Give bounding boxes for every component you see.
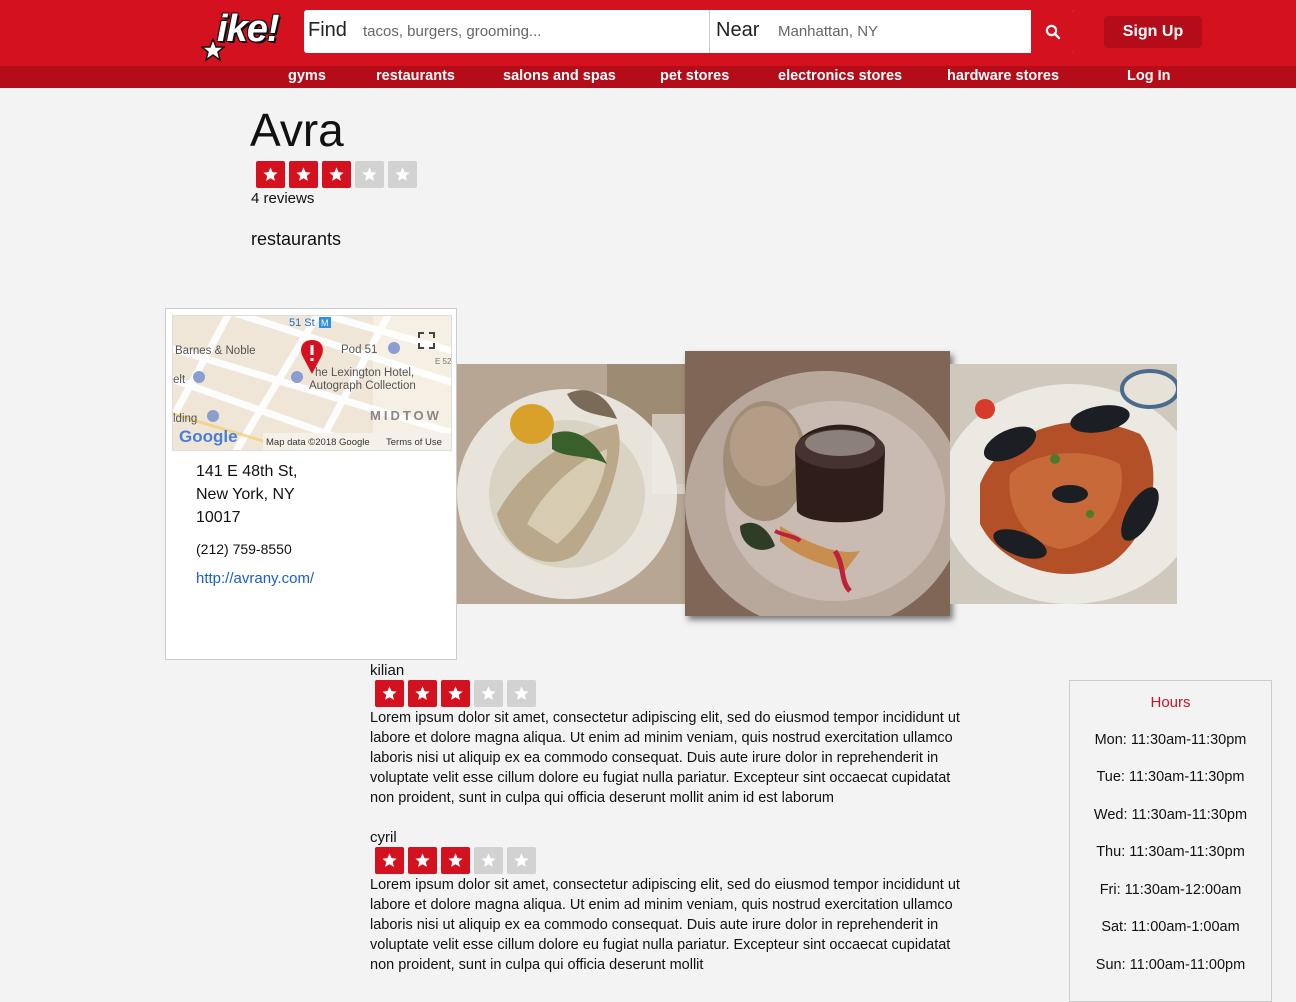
logo-text: ike!: [217, 8, 279, 50]
review-rating: [375, 847, 536, 874]
review-user-name[interactable]: kilian: [370, 662, 404, 679]
star-icon: [408, 847, 437, 874]
hours-row: Thu: 11:30am-11:30pm: [1096, 844, 1245, 860]
map-label-area: MIDTOW: [370, 408, 442, 423]
map-attribution: Map data ©2018 Google: [266, 437, 370, 448]
phone-number: (212) 759-8550: [196, 541, 292, 557]
review-rating: [375, 680, 536, 707]
map-label-hotel-2: Autograph Collection: [309, 380, 416, 392]
hotel-poi-icon: [291, 371, 303, 383]
nav-item-pet-stores[interactable]: pet stores: [660, 68, 729, 84]
star-icon: [507, 680, 536, 707]
hotel-poi-icon: [388, 342, 400, 354]
star-icon: [474, 847, 503, 874]
poi-icon: [207, 410, 219, 422]
map-label-store: Barnes & Noble: [175, 345, 256, 357]
star-icon: [388, 161, 417, 188]
photo-fish-dish[interactable]: [457, 364, 685, 604]
business-rating: [256, 161, 417, 188]
website-link[interactable]: http://avrany.com/: [196, 570, 314, 587]
near-input[interactable]: [778, 10, 1026, 53]
category-nav-bar: [0, 66, 1296, 88]
business-name: Avra: [250, 104, 344, 156]
hours-card: Hours Mon: 11:30am-11:30pm Tue: 11:30am-…: [1069, 680, 1272, 1002]
address-line-1: 141 E 48th St,: [196, 463, 298, 480]
star-icon: [322, 161, 351, 188]
map-label-left-2: lding: [173, 413, 197, 425]
search-bar: Find Near: [304, 10, 1074, 53]
star-icon: [507, 847, 536, 874]
metro-icon: M: [321, 318, 329, 328]
business-category[interactable]: restaurants: [251, 229, 341, 250]
sign-up-button[interactable]: Sign Up: [1104, 16, 1202, 48]
star-icon: [441, 680, 470, 707]
find-input[interactable]: [363, 10, 703, 53]
nav-item-gyms[interactable]: gyms: [288, 68, 326, 84]
review-user-name[interactable]: cyril: [370, 829, 397, 846]
hours-title: Hours: [1150, 694, 1191, 711]
star-icon: [256, 161, 285, 188]
hours-row: Mon: 11:30am-11:30pm: [1094, 732, 1247, 748]
search-button[interactable]: [1031, 10, 1074, 53]
map-label-hotel-1: he Lexington Hotel,: [315, 367, 414, 379]
star-icon: [355, 161, 384, 188]
address-line-2: New York, NY: [196, 486, 295, 503]
find-label: Find: [308, 19, 347, 41]
log-in-link[interactable]: Log In: [1127, 68, 1171, 84]
poi-icon: [193, 371, 205, 383]
hours-row: Wed: 11:30am-11:30pm: [1093, 807, 1248, 823]
map-graphic: 51 St M Barnes & Noble Pod 51 he Lexingt…: [173, 316, 451, 450]
star-icon: [375, 847, 404, 874]
review-text: Lorem ipsum dolor sit amet, consectetur …: [370, 877, 960, 973]
star-icon: [408, 680, 437, 707]
site-logo[interactable]: ike!: [201, 8, 296, 64]
google-logo: Google: [179, 427, 238, 446]
location-map[interactable]: 51 St M Barnes & Noble Pod 51 he Lexingt…: [172, 315, 452, 451]
seafood-pasta-photo: [950, 364, 1177, 604]
map-label-pod: Pod 51: [341, 344, 377, 356]
map-label-e52: E 52: [435, 357, 451, 366]
search-icon: [1045, 24, 1060, 39]
map-terms-link[interactable]: Terms of Use: [386, 437, 442, 448]
hours-row: Sun: 11:00am-11:00pm: [1095, 957, 1246, 973]
lava-cake-photo: [685, 351, 950, 616]
hours-row: Tue: 11:30am-11:30pm: [1096, 769, 1245, 785]
business-info-card: 51 St M Barnes & Noble Pod 51 he Lexingt…: [165, 308, 457, 660]
nav-item-hardware-stores[interactable]: hardware stores: [947, 68, 1059, 84]
star-icon: [474, 680, 503, 707]
fish-dish-photo: [457, 364, 685, 604]
search-divider: [709, 10, 710, 53]
star-icon: [375, 680, 404, 707]
photo-seafood-pasta[interactable]: [950, 364, 1177, 604]
map-label-left-1: elt: [173, 374, 186, 386]
map-label-street: 51 St: [289, 317, 315, 329]
nav-item-salons-and-spas[interactable]: salons and spas: [503, 68, 616, 84]
nav-item-electronics-stores[interactable]: electronics stores: [778, 68, 902, 84]
reviews-count[interactable]: 4 reviews: [251, 190, 314, 207]
nav-item-restaurants[interactable]: restaurants: [376, 68, 455, 84]
hours-row: Sat: 11:00am-1:00am: [1101, 919, 1240, 935]
star-icon: [441, 847, 470, 874]
near-label: Near: [716, 19, 760, 41]
address-line-3: 10017: [196, 509, 241, 526]
review-text: Lorem ipsum dolor sit amet, consectetur …: [370, 710, 960, 806]
photo-lava-cake[interactable]: [685, 351, 950, 616]
hours-row: Fri: 11:30am-12:00am: [1099, 882, 1242, 898]
star-icon: [289, 161, 318, 188]
